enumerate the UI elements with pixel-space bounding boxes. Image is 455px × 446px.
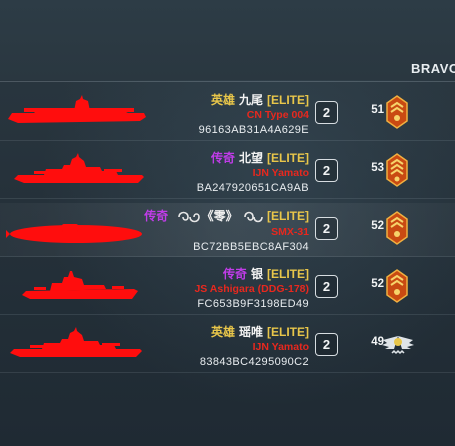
ship-name: JS Ashigara (DDG-178) [194,283,309,295]
slot-badge: 2 [315,159,338,182]
player-name: 瑶唯 [238,325,263,339]
player-name: 《零》 [201,209,238,224]
ship-name: IJN Yamato [252,167,309,179]
chevron-rank-icon [386,211,408,245]
chevron-rank-icon [386,153,408,187]
player-level: 52 [371,220,384,232]
player-id: 83843BC4295090C2 [199,356,309,368]
player-name: 北望 [238,151,263,165]
player-row[interactable]: 英雄 瑶唯 [ELITE] IJN Yamato 83843BC4295090C2 … [0,319,455,373]
player-level: 52 [371,278,384,290]
player-tier: 英雄 [210,93,235,107]
player-row[interactable]: 传奇 《零》 [ELITE] SMX-31 BC72BB5EBC8AF304 2… [0,203,455,257]
player-tier: 英雄 [210,325,235,339]
player-info: 传奇 北望 [ELITE] IJN Yamato BA247920651CA9AB [197,151,309,196]
player-row[interactable]: 传奇银 [ELITE] JS Ashigara (DDG-178) FC653B9… [0,261,455,315]
player-info: 传奇银 [ELITE] JS Ashigara (DDG-178) FC653B9… [194,267,309,312]
player-tier: 传奇 [144,209,169,224]
player-info: 英雄 九尾 [ELITE] CN Type 004 96163AB31A4A629E [199,93,309,138]
destroyer-silhouette-icon [22,271,138,299]
elite-tag: [ELITE] [267,209,309,224]
elite-tag: [ELITE] [267,267,309,281]
player-level: 53 [371,162,384,174]
player-level: 51 [371,104,384,116]
team-label: BRAVO [411,61,455,76]
slot-badge: 2 [315,275,338,298]
player-info: 英雄 瑶唯 [ELITE] IJN Yamato 83843BC4295090C2 [200,325,309,370]
slot-badge: 2 [315,333,338,356]
player-name: 银 [250,267,263,281]
player-row[interactable]: 传奇 北望 [ELITE] IJN Yamato BA247920651CA9AB … [0,145,455,199]
battleship-silhouette-icon [14,153,144,183]
ship-name: SMX-31 [271,226,309,238]
swirl-decoration-icon [243,211,263,223]
elite-tag: [ELITE] [267,325,309,339]
chevron-rank-icon [386,95,408,129]
player-tier: 传奇 [222,267,247,281]
player-id: BC72BB5EBC8AF304 [193,241,309,253]
slot-badge: 2 [315,101,338,124]
player-row[interactable]: 英雄 九尾 [ELITE] CN Type 004 96163AB31A4A629E… [0,87,455,141]
list-divider [0,81,455,82]
swirl-decoration-icon [177,211,200,223]
player-id: BA247920651CA9AB [196,182,309,194]
wings-rank-icon [382,336,414,355]
ship-name: CN Type 004 [246,109,309,121]
player-info: 传奇 《零》 [ELITE] SMX-31 BC72BB5EBC8AF304 [144,209,309,255]
battleship-silhouette-icon [10,327,142,357]
elite-tag: [ELITE] [267,93,309,107]
player-id: FC653B9F3198ED49 [197,298,309,310]
header-band [0,0,455,80]
elite-tag: [ELITE] [267,151,309,165]
player-id: 96163AB31A4A629E [198,124,309,136]
slot-badge: 2 [315,217,338,240]
ship-name: IJN Yamato [252,341,309,353]
player-tier: 传奇 [210,151,235,165]
carrier-silhouette-icon [8,95,146,123]
chevron-rank-icon [386,269,408,303]
player-name: 九尾 [238,93,263,107]
submarine-silhouette-icon [6,224,142,243]
